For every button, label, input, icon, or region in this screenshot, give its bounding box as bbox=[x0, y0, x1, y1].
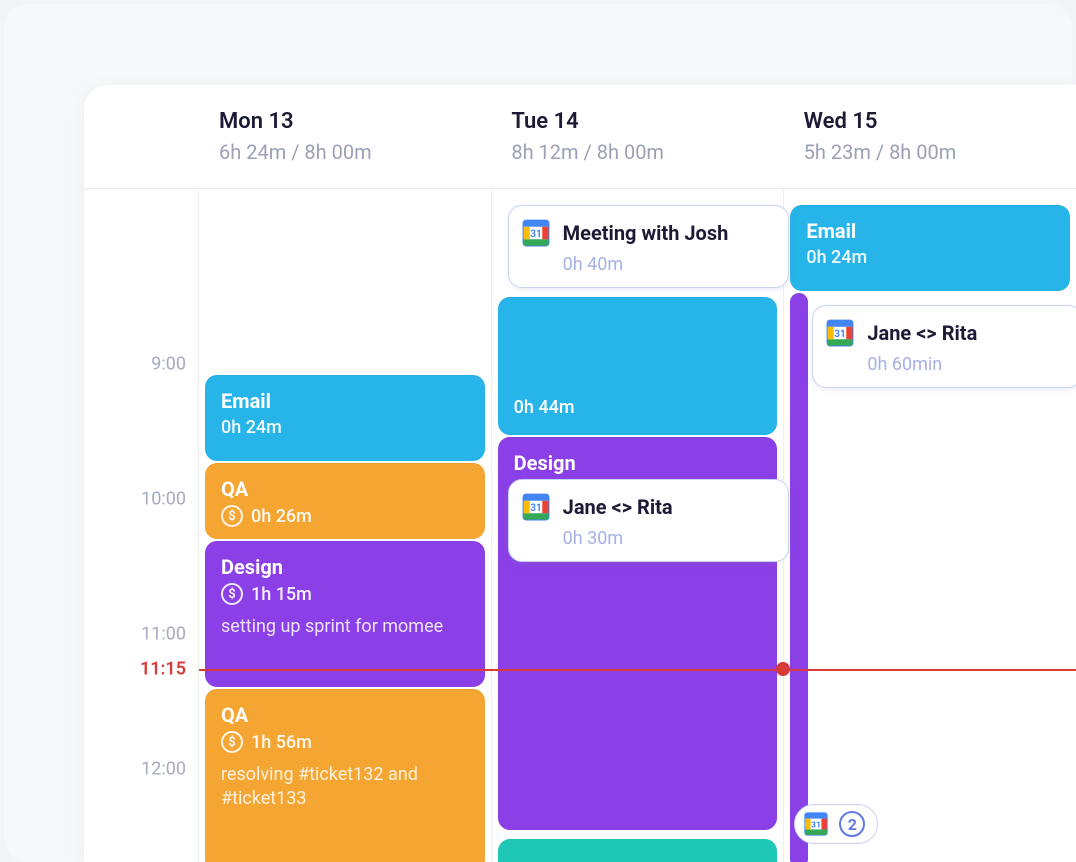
event-email[interactable]: Email 0h 24m bbox=[790, 205, 1070, 291]
current-time-label: 11:15 bbox=[140, 659, 186, 680]
day-column-mon[interactable]: Email 0h 24m QA $ 0h 26m Design $ bbox=[199, 189, 492, 862]
svg-text:31: 31 bbox=[530, 229, 541, 240]
day-header-tue[interactable]: Tue 14 8h 12m / 8h 00m bbox=[491, 85, 783, 188]
time-label-12: 12:00 bbox=[141, 759, 186, 780]
meeting-card-jane[interactable]: 31 Jane <> Rita 0h 30m bbox=[508, 479, 790, 562]
billable-icon: $ bbox=[221, 505, 243, 527]
overflow-count: 2 bbox=[839, 811, 865, 837]
event-title: QA bbox=[221, 703, 469, 727]
time-gutter: 9:00 10:00 11:00 11:15 12:00 bbox=[84, 189, 199, 862]
event-duration: 1h 56m bbox=[251, 732, 312, 753]
event-teal-partial[interactable] bbox=[498, 839, 778, 862]
time-gutter-header bbox=[84, 85, 199, 188]
day-summary: 8h 12m / 8h 00m bbox=[511, 140, 763, 164]
svg-text:31: 31 bbox=[835, 329, 846, 340]
event-purple-strip[interactable] bbox=[790, 293, 808, 862]
time-label-11: 11:00 bbox=[141, 624, 186, 645]
event-title: Email bbox=[806, 219, 1054, 243]
event-duration: 0h 26m bbox=[251, 506, 312, 527]
current-time-line bbox=[199, 669, 1076, 671]
meeting-card-josh[interactable]: 31 Meeting with Josh 0h 40m bbox=[508, 205, 790, 288]
google-calendar-icon: 31 bbox=[825, 318, 855, 348]
google-calendar-icon: 31 bbox=[521, 492, 551, 522]
meeting-duration: 0h 60min bbox=[867, 354, 1067, 375]
event-duration: 1h 15m bbox=[251, 584, 312, 605]
event-title: Design bbox=[514, 451, 762, 475]
billable-icon: $ bbox=[221, 731, 243, 753]
google-calendar-icon: 31 bbox=[803, 811, 829, 837]
event-title: Email bbox=[221, 389, 469, 413]
billable-icon: $ bbox=[221, 583, 243, 605]
meeting-title: Meeting with Josh bbox=[563, 221, 729, 245]
event-note: setting up sprint for momee bbox=[221, 615, 469, 639]
current-time-dot bbox=[776, 662, 790, 676]
meeting-title: Jane <> Rita bbox=[867, 321, 977, 345]
event-email[interactable]: Email 0h 24m bbox=[205, 375, 485, 461]
day-label: Wed 15 bbox=[804, 109, 1056, 134]
calendar-columns: Email 0h 24m QA $ 0h 26m Design $ bbox=[199, 189, 1076, 862]
day-header-mon[interactable]: Mon 13 6h 24m / 8h 00m bbox=[199, 85, 491, 188]
event-duration: 0h 44m bbox=[514, 397, 575, 418]
day-label: Tue 14 bbox=[511, 109, 763, 134]
meeting-card-jane[interactable]: 31 Jane <> Rita 0h 60min bbox=[812, 305, 1076, 388]
event-design[interactable]: Design $ 1h 15m setting up sprint for mo… bbox=[205, 541, 485, 687]
event-blue-block[interactable]: 0h 44m bbox=[498, 297, 778, 435]
meeting-duration: 0h 30m bbox=[563, 528, 775, 549]
day-column-wed[interactable]: Email 0h 24m 31 Jane <> Rita 0h 60min bbox=[784, 189, 1076, 862]
event-qa[interactable]: QA $ 0h 26m bbox=[205, 463, 485, 539]
svg-text:31: 31 bbox=[530, 503, 541, 514]
svg-text:31: 31 bbox=[811, 820, 821, 830]
event-qa[interactable]: QA $ 1h 56m resolving #ticket132 and #ti… bbox=[205, 689, 485, 862]
meeting-title: Jane <> Rita bbox=[563, 495, 673, 519]
overflow-badge[interactable]: 31 2 bbox=[794, 804, 878, 844]
calendar-card: Mon 13 6h 24m / 8h 00m Tue 14 8h 12m / 8… bbox=[84, 85, 1076, 862]
event-title: QA bbox=[221, 477, 469, 501]
google-calendar-icon: 31 bbox=[521, 218, 551, 248]
event-note: resolving #ticket132 and #ticket133 bbox=[221, 763, 469, 812]
time-label-9: 9:00 bbox=[151, 354, 186, 375]
day-summary: 6h 24m / 8h 00m bbox=[219, 140, 471, 164]
event-duration: 0h 24m bbox=[806, 247, 867, 268]
calendar-header-row: Mon 13 6h 24m / 8h 00m Tue 14 8h 12m / 8… bbox=[84, 85, 1076, 189]
day-header-wed[interactable]: Wed 15 5h 23m / 8h 00m bbox=[784, 85, 1076, 188]
event-title: Design bbox=[221, 555, 469, 579]
day-summary: 5h 23m / 8h 00m bbox=[804, 140, 1056, 164]
event-duration: 0h 24m bbox=[221, 417, 282, 438]
day-label: Mon 13 bbox=[219, 109, 471, 134]
meeting-duration: 0h 40m bbox=[563, 254, 775, 275]
day-column-tue[interactable]: 0h 44m Design 31 Meeting with Josh 0h 40… bbox=[492, 189, 785, 862]
time-label-10: 10:00 bbox=[141, 489, 186, 510]
calendar-body: 9:00 10:00 11:00 11:15 12:00 Email 0h 24… bbox=[84, 189, 1076, 862]
